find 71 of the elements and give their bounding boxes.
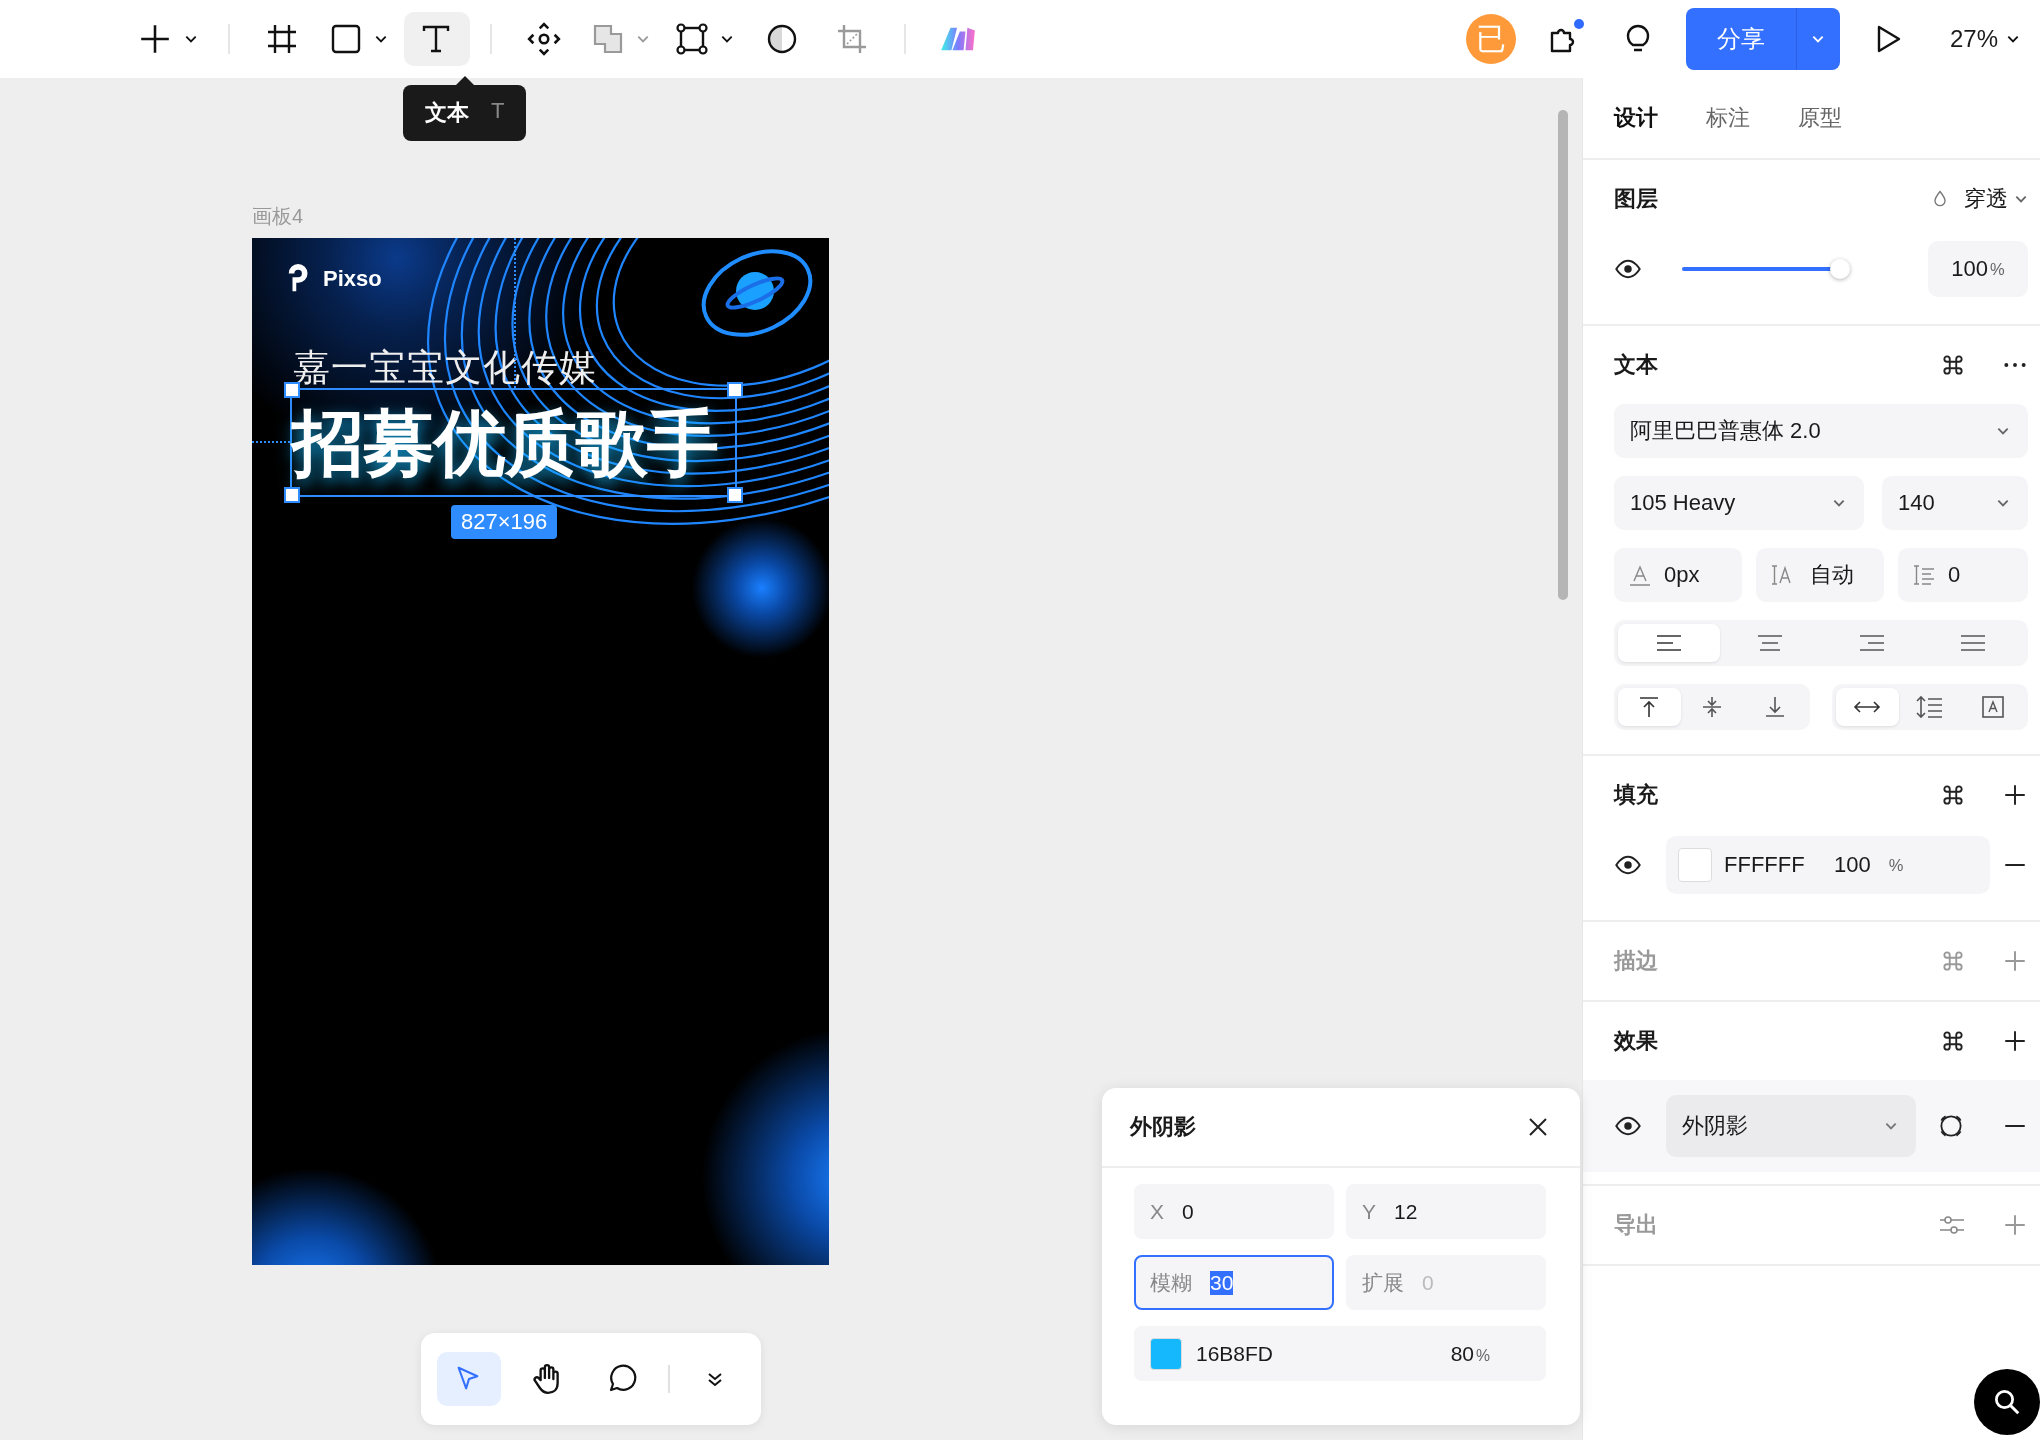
paragraph-spacing-field[interactable]: 0 <box>1898 548 2028 602</box>
fill-color-field[interactable]: FFFFFF 100 % <box>1666 836 1990 894</box>
crop-icon <box>836 23 868 55</box>
line-height-field[interactable]: 自动 <box>1756 548 1884 602</box>
font-size-dropdown[interactable]: 140 <box>1882 476 2028 530</box>
plus-icon[interactable] <box>2002 782 2028 808</box>
shadow-value-field[interactable]: Y 12 <box>1346 1184 1546 1239</box>
panel-tab[interactable]: 设计 <box>1614 103 1658 133</box>
command-icon[interactable] <box>1940 782 1966 808</box>
align-middle-icon <box>1700 695 1724 719</box>
shadow-color-field[interactable]: 16B8FD 80% <box>1134 1326 1546 1381</box>
letter-spacing-field[interactable]: 0px <box>1614 548 1742 602</box>
boolean-icon <box>592 23 624 55</box>
align-center-icon <box>1756 633 1785 653</box>
section-title: 图层 <box>1614 185 1658 213</box>
plus-icon <box>138 22 172 56</box>
section-title: 文本 <box>1614 351 1658 379</box>
align-left-button[interactable] <box>1618 624 1720 662</box>
command-icon[interactable] <box>1940 1028 1966 1054</box>
scrollbar[interactable] <box>1558 110 1568 600</box>
slider-thumb[interactable] <box>1830 259 1850 279</box>
effect-row[interactable]: 外阴影 <box>1583 1080 2040 1172</box>
contrast-icon <box>766 23 798 55</box>
vertical-arrows-icon <box>1916 695 1944 719</box>
field-value: 0 <box>1422 1270 1434 1295</box>
resize-width-button[interactable] <box>1836 688 1899 726</box>
search-icon <box>1992 1387 2022 1417</box>
share-button[interactable]: 分享 <box>1685 8 1796 70</box>
rectangle-icon <box>330 23 362 55</box>
text-box-icon <box>1980 695 2005 719</box>
panel-tab[interactable]: 标注 <box>1706 103 1750 133</box>
pointer-tool-button[interactable] <box>437 1352 501 1406</box>
resize-handle[interactable] <box>727 487 743 503</box>
component-icon <box>676 23 708 55</box>
tooltip: 文本 T <box>403 85 527 141</box>
paragraph-spacing-icon <box>1912 563 1936 587</box>
sliders-icon[interactable] <box>1938 1213 1966 1237</box>
shadow-value-field[interactable]: 模糊 30 <box>1134 1255 1334 1310</box>
section-title: 效果 <box>1614 1027 1658 1055</box>
text-tool-button[interactable] <box>404 12 470 66</box>
font-family-dropdown[interactable]: 阿里巴巴普惠体 2.0 <box>1614 404 2028 458</box>
opacity-field[interactable]: 100% <box>1928 241 2028 297</box>
align-justify-icon <box>1959 633 1988 653</box>
section-title: 填充 <box>1614 781 1658 809</box>
resize-handle[interactable] <box>284 487 300 503</box>
field-value: 30 <box>1210 1270 1234 1295</box>
logo-text: Pixso <box>323 266 382 292</box>
field-value: 12 <box>1394 1199 1418 1224</box>
plus-icon[interactable] <box>2002 1028 2028 1054</box>
panel-tab[interactable]: 原型 <box>1798 103 1842 133</box>
blend-mode-dropdown[interactable]: 穿透 <box>1964 184 2028 214</box>
section-title: 导出 <box>1614 1211 1658 1239</box>
color-swatch[interactable] <box>1678 848 1712 882</box>
align-left-icon <box>1654 633 1683 653</box>
move-icon <box>527 22 561 56</box>
size-badge: 827×196 <box>451 505 558 539</box>
section-title: 描边 <box>1614 947 1658 975</box>
valign-top-button[interactable] <box>1618 688 1681 726</box>
shadow-value-field[interactable]: X 0 <box>1134 1184 1334 1239</box>
command-icon[interactable] <box>1940 352 1966 378</box>
effect-type-dropdown[interactable]: 外阴影 <box>1666 1095 1916 1157</box>
font-weight-dropdown[interactable]: 105 Heavy <box>1614 476 1864 530</box>
text-icon <box>420 23 452 55</box>
resize-handle[interactable] <box>727 382 743 398</box>
frame-icon <box>266 23 298 55</box>
field-value: 0 <box>1182 1199 1194 1224</box>
zoom-dropdown[interactable]: 27% <box>1949 25 2020 53</box>
color-swatch[interactable] <box>1150 1337 1182 1370</box>
letter-spacing-icon <box>1628 563 1652 587</box>
popup-title: 外阴影 <box>1130 1113 1196 1141</box>
align-right-icon <box>1857 633 1886 653</box>
